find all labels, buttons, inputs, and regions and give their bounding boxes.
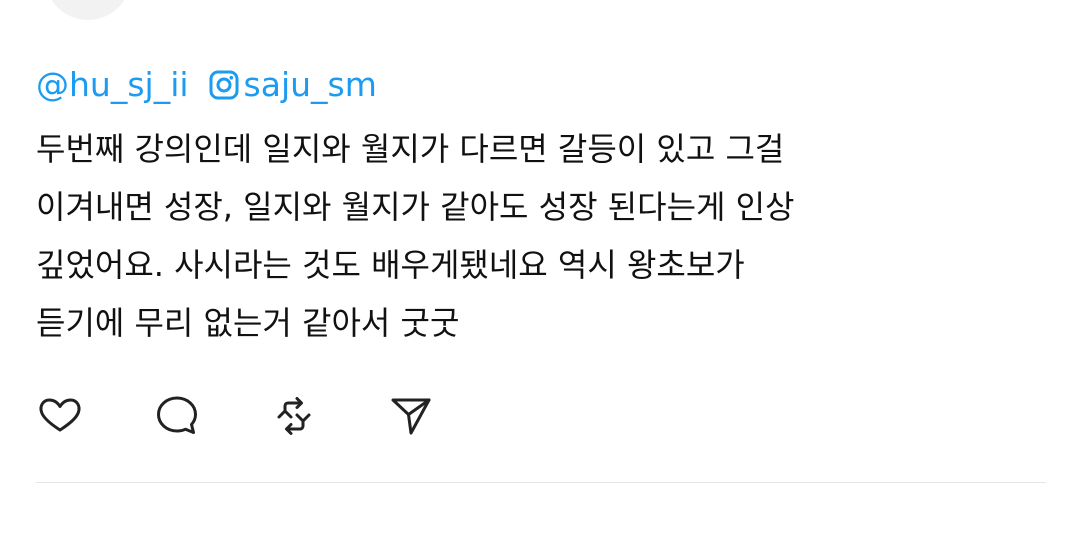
share-button[interactable] — [387, 394, 435, 442]
instagram-handle-text: saju_sm — [243, 65, 377, 104]
instagram-handle-link[interactable]: saju_sm — [209, 62, 377, 108]
post-text-line: 두번째 강의인데 일지와 월지가 다르면 갈등이 있고 그걸 — [36, 130, 785, 168]
post-actions — [36, 394, 435, 442]
send-icon — [387, 392, 435, 444]
repost-icon — [270, 392, 318, 444]
post-divider — [36, 482, 1046, 483]
reply-button[interactable] — [153, 394, 201, 442]
user-mention-link[interactable]: @hu_sj_ii — [36, 62, 189, 108]
speech-bubble-icon — [153, 392, 201, 444]
post-mentions: @hu_sj_ii saju_sm — [36, 62, 377, 108]
avatar[interactable] — [45, 0, 131, 20]
post-text-line: 듣기에 무리 없는거 같아서 굿굿 — [36, 304, 460, 342]
post-text: 두번째 강의인데 일지와 월지가 다르면 갈등이 있고 그걸 이겨내면 성장, … — [36, 120, 1046, 352]
post-text-line: 이겨내면 성장, 일지와 월지가 같아도 성장 된다는게 인상 — [36, 188, 795, 226]
like-button[interactable] — [36, 394, 84, 442]
repost-button[interactable] — [270, 394, 318, 442]
heart-icon — [36, 392, 84, 444]
instagram-icon — [209, 70, 240, 101]
post-text-line: 깊었어요. 사시라는 것도 배우게됐네요 역시 왕초보가 — [36, 246, 745, 284]
